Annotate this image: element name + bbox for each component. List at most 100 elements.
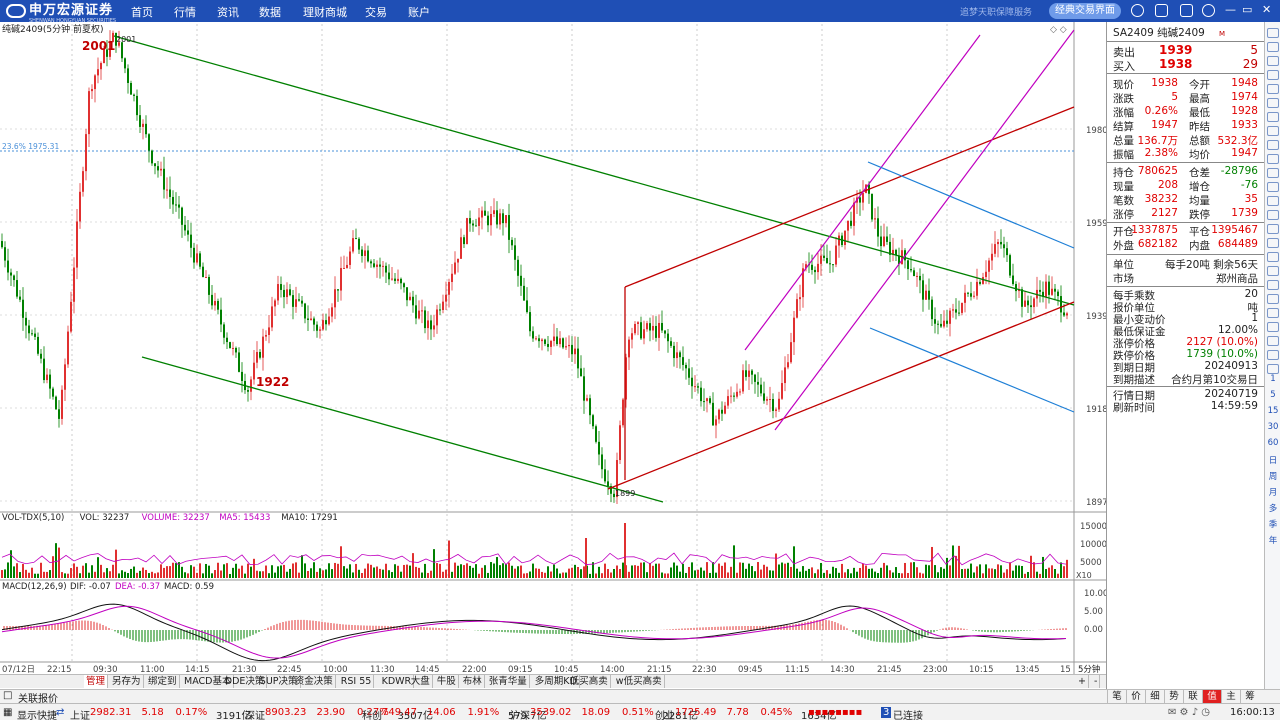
indicator-tab[interactable]: 牛股	[435, 675, 459, 688]
volume-bar	[787, 562, 789, 578]
indicator-tab[interactable]: 绑定到	[146, 675, 180, 688]
nav-account[interactable]: 账户	[408, 4, 430, 20]
tool-icon[interactable]	[1267, 210, 1279, 220]
tool-icon[interactable]	[1267, 42, 1279, 52]
tool-icon[interactable]	[1267, 196, 1279, 206]
tool-icon[interactable]	[1267, 350, 1279, 360]
nav-trade[interactable]: 交易	[365, 4, 387, 20]
contract-value: 12.00%	[1217, 324, 1258, 336]
skin-icon[interactable]	[1131, 4, 1144, 17]
candle-body	[415, 305, 417, 319]
indicator-tab[interactable]: RSI 55	[339, 675, 375, 688]
nav-wealth-mall[interactable]: 理财商城	[303, 4, 347, 20]
zoom-out-button[interactable]: -	[1092, 675, 1101, 688]
candle-body	[946, 320, 948, 324]
tool-icon[interactable]	[1267, 56, 1279, 66]
panel-tab[interactable]: 笔	[1107, 690, 1126, 703]
period-季[interactable]: 季	[1267, 518, 1279, 530]
tool-icon[interactable]	[1267, 252, 1279, 262]
tool-icon[interactable]	[1267, 154, 1279, 164]
candle-body	[670, 341, 672, 346]
tool-icon[interactable]	[1267, 224, 1279, 234]
tool-icon[interactable]	[1267, 140, 1279, 150]
kline-chart[interactable]: 1980 1959 1939 1918 1897 23.6% 1975.31 纯碱2409(…	[0, 22, 1106, 674]
panel-tab[interactable]: 联	[1183, 690, 1202, 703]
broker-logo[interactable]: 申万宏源证券 SHENWAN HONGYUAN SECURITIES	[6, 2, 116, 24]
tool-icon[interactable]	[1267, 168, 1279, 178]
tool-icon[interactable]	[1267, 336, 1279, 346]
pencil-icon[interactable]	[1267, 280, 1279, 290]
panel-tab[interactable]: 势	[1164, 690, 1183, 703]
restore-icon[interactable]: ▭	[1242, 3, 1252, 16]
indicator-tab[interactable]: w低买高卖	[614, 675, 665, 688]
candle-body	[910, 269, 912, 271]
nav-home[interactable]: 首页	[131, 4, 153, 20]
chart-title: 纯碱2409(5分钟 前夏权)	[2, 23, 104, 35]
volume-bar	[280, 565, 282, 578]
zoom-in-button[interactable]: +	[1076, 675, 1089, 688]
nav-news[interactable]: 资讯	[217, 4, 239, 20]
tool-icon[interactable]	[1267, 308, 1279, 318]
period-5[interactable]: 5	[1267, 390, 1279, 400]
candle-body	[22, 299, 24, 318]
period-周[interactable]: 周	[1267, 470, 1279, 482]
period-60[interactable]: 60	[1267, 438, 1279, 448]
panel-tab[interactable]: 价	[1126, 690, 1145, 703]
indicator-tab[interactable]: 管理	[84, 675, 109, 688]
period-年[interactable]: 年	[1267, 534, 1279, 546]
candle-body	[232, 347, 234, 349]
grid-icon[interactable]: ▦	[3, 707, 12, 718]
tool-icon[interactable]	[1267, 126, 1279, 136]
volume-bar	[382, 569, 384, 578]
magenta-channel-lower	[774, 29, 1075, 431]
indicator-tab[interactable]: 张青华量	[487, 675, 530, 688]
gear-icon[interactable]	[1202, 4, 1215, 17]
volume-bar	[181, 566, 183, 578]
volume-bar	[823, 572, 825, 578]
indicator-tab[interactable]: 资金决策	[293, 675, 336, 688]
period-月[interactable]: 月	[1267, 486, 1279, 498]
classic-trade-button[interactable]: 经典交易界面	[1049, 3, 1121, 19]
panel-tab[interactable]: 细	[1145, 690, 1164, 703]
indicator-tab[interactable]: 布林	[461, 675, 485, 688]
tool-icon[interactable]	[1267, 322, 1279, 332]
indicator-tab[interactable]: 大盘	[409, 675, 433, 688]
candle-body	[361, 249, 363, 256]
tool-icon[interactable]	[1267, 98, 1279, 108]
period-30[interactable]: 30	[1267, 422, 1279, 432]
tool-icon[interactable]	[1267, 238, 1279, 248]
panel-tab[interactable]: 主	[1221, 690, 1240, 703]
time-tick-label: 07/12日	[2, 665, 35, 674]
panel-tab[interactable]: 值	[1202, 690, 1221, 703]
tool-icon[interactable]	[1267, 182, 1279, 192]
candle-body	[394, 278, 396, 281]
switch-icon[interactable]: ⇄	[56, 707, 64, 718]
indicator-tab[interactable]: 低买高卖	[568, 675, 611, 688]
headset-icon[interactable]	[1155, 4, 1168, 17]
panel-tab[interactable]: 筹	[1240, 690, 1259, 703]
tool-icon[interactable]	[1267, 70, 1279, 80]
volume-bar	[463, 565, 465, 578]
candle-body	[196, 253, 198, 263]
grid-icon[interactable]	[1180, 4, 1193, 17]
arrow-left-icon[interactable]	[1267, 28, 1279, 38]
period-多[interactable]: 多	[1267, 502, 1279, 514]
tool-icon[interactable]	[1267, 112, 1279, 122]
volume-bar	[763, 564, 765, 578]
close-icon[interactable]: ✕	[1262, 3, 1271, 16]
nav-quotes[interactable]: 行情	[174, 4, 196, 20]
nav-data[interactable]: 数据	[259, 4, 281, 20]
tool-icon[interactable]	[1267, 364, 1279, 374]
price-tick-label: 1918	[1086, 405, 1106, 415]
volume-bar	[754, 571, 756, 578]
period-日[interactable]: 日	[1267, 454, 1279, 466]
candle-body	[100, 63, 102, 70]
tray-icons[interactable]: ✉ ⚙ ♪ ◷	[1168, 707, 1210, 718]
move-icon[interactable]	[1267, 266, 1279, 276]
minimize-icon[interactable]: —	[1225, 3, 1236, 16]
tool-icon[interactable]	[1267, 294, 1279, 304]
indicator-tab[interactable]: 另存为	[110, 675, 144, 688]
period-15[interactable]: 15	[1267, 406, 1279, 416]
period-1[interactable]: 1	[1267, 374, 1279, 384]
tool-icon[interactable]	[1267, 84, 1279, 94]
